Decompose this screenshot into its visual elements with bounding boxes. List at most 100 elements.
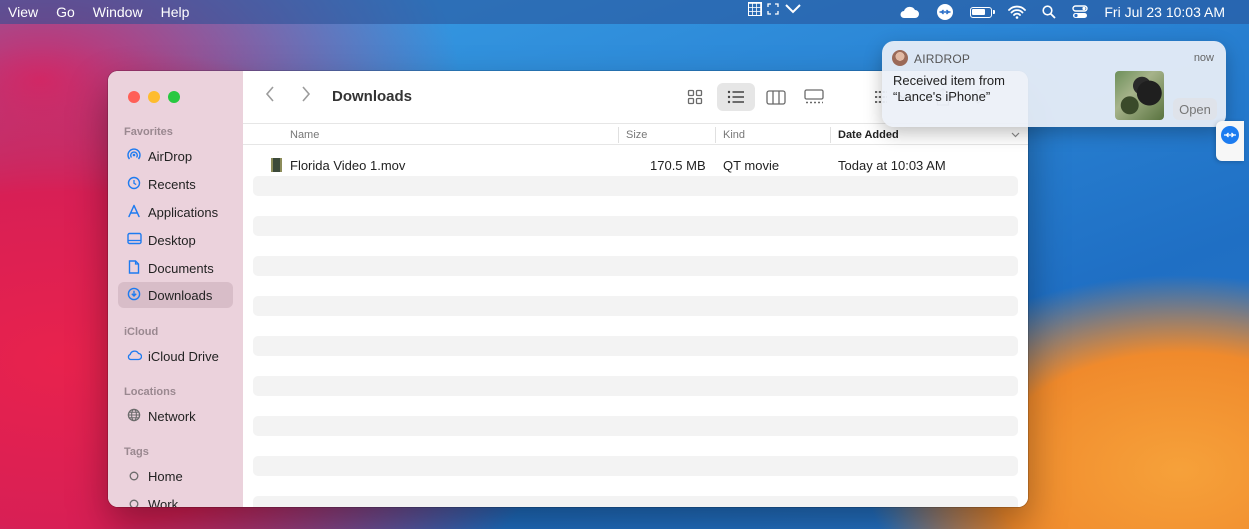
sidebar-item-label: Downloads <box>148 287 213 303</box>
chevron-down-icon[interactable] <box>784 2 802 16</box>
columns-icon <box>766 89 786 105</box>
sidebar-item-label: Applications <box>148 204 219 220</box>
sidebar-item-recents[interactable]: Recents <box>118 171 233 197</box>
column-header-size[interactable]: Size <box>626 129 647 141</box>
screen-share-controls <box>748 2 802 16</box>
control-center-icon[interactable] <box>1072 5 1089 19</box>
finder-sidebar: Favorites AirDrop Recents Applications D… <box>108 71 243 507</box>
finder-window: Favorites AirDrop Recents Applications D… <box>108 71 1028 507</box>
chevron-left-icon <box>265 86 274 102</box>
empty-row <box>253 456 1018 476</box>
empty-row <box>253 376 1018 396</box>
sidebar-item-tag-work[interactable]: Work <box>118 491 233 507</box>
sidebar-item-label: AirDrop <box>148 148 193 164</box>
teamviewer-icon <box>1221 126 1239 144</box>
gallery-view-button[interactable] <box>798 83 830 111</box>
sidebar-item-label: iCloud Drive <box>148 348 219 364</box>
download-icon <box>126 287 142 304</box>
sidebar-item-documents[interactable]: Documents <box>118 255 233 281</box>
column-divider[interactable] <box>715 127 716 143</box>
airdrop-notification[interactable]: AIRDROP now Received item from “Lance's … <box>882 41 1226 127</box>
sidebar-item-icloud-drive[interactable]: iCloud Drive <box>118 343 233 369</box>
sidebar-item-tag-home[interactable]: Home <box>118 463 233 489</box>
sidebar-item-label: Documents <box>148 260 214 276</box>
avatar <box>892 50 908 66</box>
chevron-right-icon <box>302 86 311 102</box>
sidebar-section-locations: Locations <box>124 386 176 398</box>
sort-chevron-down-icon[interactable] <box>1011 132 1020 138</box>
sidebar-item-label: Desktop <box>148 232 196 248</box>
sidebar-item-label: Work <box>148 496 179 508</box>
menu-view[interactable]: View <box>0 0 47 24</box>
window-title: Downloads <box>332 88 413 105</box>
teamviewer-icon[interactable] <box>936 3 954 21</box>
sidebar-item-network[interactable]: Network <box>118 403 233 429</box>
open-button[interactable]: Open <box>1173 98 1217 120</box>
minimize-button[interactable] <box>148 91 160 103</box>
teamviewer-side-panel[interactable] <box>1216 121 1244 161</box>
menu-go[interactable]: Go <box>47 0 84 24</box>
file-name: Florida Video 1.mov <box>290 158 406 173</box>
applications-icon <box>126 204 142 221</box>
empty-row <box>253 176 1018 196</box>
zoom-button[interactable] <box>168 91 180 103</box>
column-view-button[interactable] <box>760 83 792 111</box>
empty-row <box>253 256 1018 276</box>
file-kind: QT movie <box>723 158 780 173</box>
globe-icon <box>126 408 142 425</box>
empty-row <box>253 496 1018 507</box>
column-divider[interactable] <box>618 127 619 143</box>
file-size: 170.5 MB <box>650 158 706 173</box>
cloud-icon <box>126 349 143 364</box>
close-button[interactable] <box>128 91 140 103</box>
desktop-icon <box>126 232 142 248</box>
empty-row <box>253 216 1018 236</box>
column-divider[interactable] <box>830 127 831 143</box>
menu-bar: View Go Window Help Fri Jul 23 10:03 AM <box>0 0 1249 24</box>
window-controls <box>128 91 180 103</box>
tag-circle-icon <box>126 497 142 507</box>
list-view-button[interactable] <box>717 83 755 111</box>
sidebar-item-applications[interactable]: Applications <box>118 199 233 225</box>
icon-view-button[interactable] <box>679 83 711 111</box>
sidebar-item-label: Network <box>148 408 196 424</box>
empty-row <box>253 416 1018 436</box>
airdrop-icon <box>126 147 142 165</box>
finder-content: Downloads Name Size Kind Date Added Flor… <box>243 71 1028 507</box>
menu-clock[interactable]: Fri Jul 23 10:03 AM <box>1104 4 1225 20</box>
list-icon <box>727 90 744 104</box>
menu-help[interactable]: Help <box>152 0 199 24</box>
battery-icon[interactable] <box>970 6 996 18</box>
tag-circle-icon <box>126 469 142 484</box>
fullscreen-icon[interactable] <box>766 2 780 16</box>
notification-sender: “Lance's iPhone” <box>893 89 991 104</box>
gallery-icon <box>804 89 824 104</box>
forward-button[interactable] <box>301 83 311 109</box>
received-image-thumbnail <box>1115 71 1164 120</box>
table-row[interactable]: Florida Video 1.mov 170.5 MB QT movie To… <box>253 155 1018 177</box>
sidebar-section-tags: Tags <box>124 446 149 458</box>
sidebar-item-downloads[interactable]: Downloads <box>118 282 233 308</box>
movie-file-icon <box>271 158 282 172</box>
back-button[interactable] <box>265 83 275 109</box>
sidebar-item-label: Recents <box>148 176 196 192</box>
spotlight-search-icon[interactable] <box>1042 5 1057 19</box>
sidebar-item-desktop[interactable]: Desktop <box>118 227 233 253</box>
notification-message: Received item from <box>893 73 1005 88</box>
icon-grid-icon <box>687 89 703 105</box>
wifi-icon[interactable] <box>1008 5 1027 19</box>
column-header-date-added[interactable]: Date Added <box>838 129 899 141</box>
clock-icon <box>126 176 142 193</box>
sidebar-section-favorites: Favorites <box>124 126 173 138</box>
sidebar-section-icloud: iCloud <box>124 326 159 338</box>
column-header-name[interactable]: Name <box>290 129 319 141</box>
menu-window[interactable]: Window <box>84 0 152 24</box>
sidebar-item-airdrop[interactable]: AirDrop <box>118 143 233 169</box>
empty-row <box>253 296 1018 316</box>
grid-icon[interactable] <box>748 2 762 16</box>
document-icon <box>126 259 142 277</box>
notification-time: now <box>1193 52 1214 64</box>
icloud-icon[interactable] <box>898 5 920 19</box>
column-header-kind[interactable]: Kind <box>723 129 745 141</box>
empty-row <box>253 336 1018 356</box>
